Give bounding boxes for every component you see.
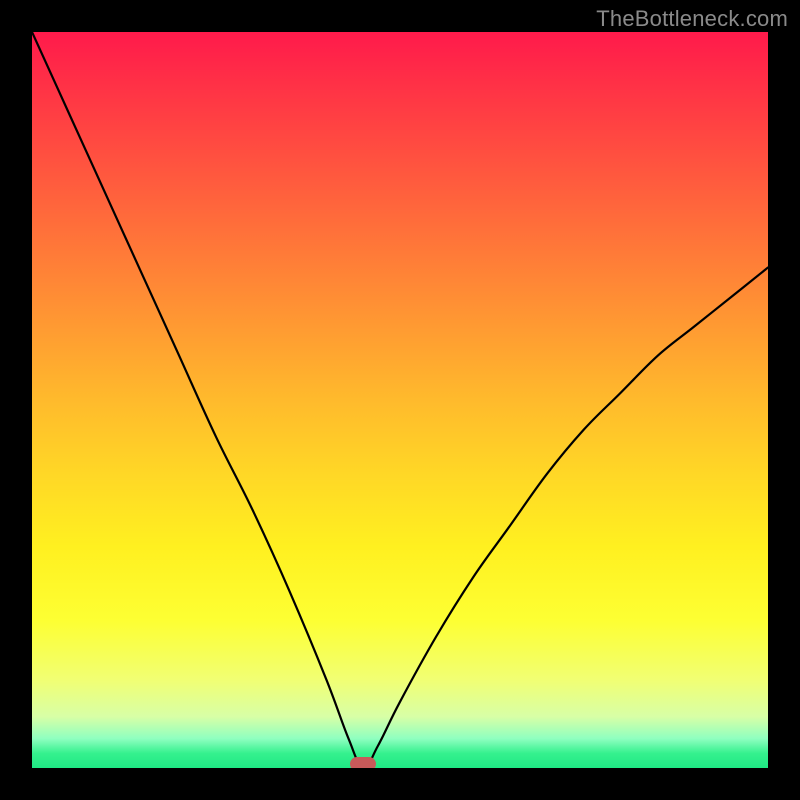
chart-frame: TheBottleneck.com [0, 0, 800, 800]
watermark-text: TheBottleneck.com [596, 6, 788, 32]
minimum-marker [350, 757, 376, 768]
bottleneck-curve [32, 32, 768, 768]
curve-svg [32, 32, 768, 768]
plot-area [32, 32, 768, 768]
